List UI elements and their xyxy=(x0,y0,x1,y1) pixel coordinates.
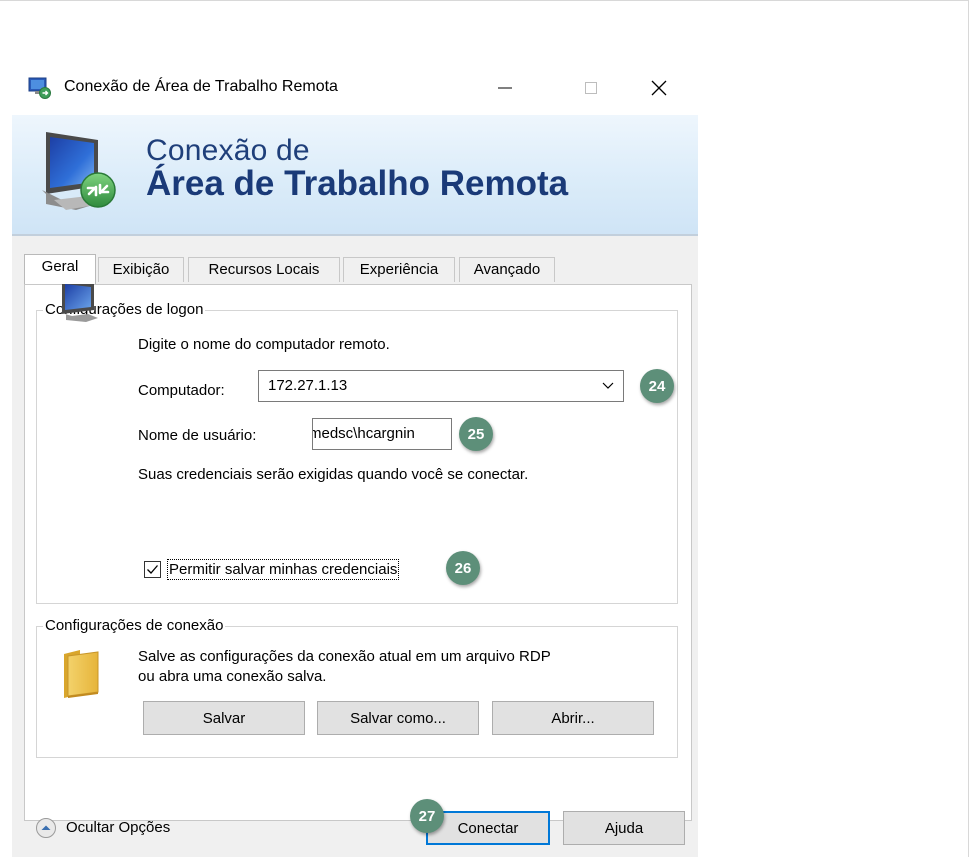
computer-label: Computador: xyxy=(138,382,225,399)
computer-value: 172.27.1.13 xyxy=(268,377,348,394)
folder-icon xyxy=(64,650,99,698)
tab-exibicao[interactable]: Exibição xyxy=(98,257,184,282)
hide-options-label[interactable]: Ocultar Opções xyxy=(66,819,170,836)
tab-experiencia[interactable]: Experiência xyxy=(343,257,455,282)
remote-desktop-icon xyxy=(28,77,51,99)
help-button[interactable]: Ajuda xyxy=(563,811,685,845)
rdp-dialog: Conexão de Área de Trabalho Remota Conex… xyxy=(12,60,698,857)
callout-badge-save-credentials: 26 xyxy=(446,551,480,585)
tab-recursos-locais[interactable]: Recursos Locais xyxy=(188,257,340,282)
connection-settings-group: Configurações de conexão xyxy=(36,617,678,758)
maximize-icon xyxy=(585,82,597,94)
username-value: medsc\hcargnin xyxy=(312,425,415,442)
banner-title-line1: Conexão de xyxy=(146,134,310,167)
save-button[interactable]: Salvar xyxy=(143,701,305,735)
close-icon xyxy=(651,80,667,96)
connect-button[interactable]: Conectar xyxy=(426,811,550,845)
username-label: Nome de usuário: xyxy=(138,427,257,444)
close-button[interactable] xyxy=(636,68,682,108)
window-title: Conexão de Área de Trabalho Remota xyxy=(64,78,338,95)
remote-desktop-monitor-icon xyxy=(42,132,116,210)
username-field[interactable]: medsc\hcargnin xyxy=(312,418,452,450)
computer-combobox[interactable]: 172.27.1.13 xyxy=(258,370,624,402)
banner-divider xyxy=(12,234,698,236)
chevron-down-icon[interactable] xyxy=(601,380,615,392)
hide-options-toggle[interactable] xyxy=(36,818,56,838)
save-as-button[interactable]: Salvar como... xyxy=(317,701,479,735)
callout-badge-username: 25 xyxy=(459,417,493,451)
callout-badge-computer: 24 xyxy=(640,369,674,403)
connection-description-line1: Salve as configurações da conexão atual … xyxy=(138,648,551,665)
connection-group-title: Configurações de conexão xyxy=(43,617,226,634)
open-button[interactable]: Abrir... xyxy=(492,701,654,735)
minimize-icon xyxy=(498,87,512,89)
banner-title-line2: Área de Trabalho Remota xyxy=(146,164,569,203)
credentials-note: Suas credenciais serão exigidas quando v… xyxy=(138,466,529,483)
chevron-up-circle-icon xyxy=(41,825,51,830)
tab-avancado[interactable]: Avançado xyxy=(459,257,555,282)
save-credentials-checkbox[interactable] xyxy=(144,561,161,578)
connection-description-line2: ou abra uma conexão salva. xyxy=(138,668,327,685)
save-credentials-label[interactable]: Permitir salvar minhas credenciais xyxy=(167,559,400,580)
checkmark-icon xyxy=(147,565,158,574)
title-bar[interactable]: Conexão de Área de Trabalho Remota xyxy=(12,60,698,115)
logon-prompt: Digite o nome do computador remoto. xyxy=(138,336,390,353)
minimize-button[interactable] xyxy=(482,68,528,108)
screenshot-border-top xyxy=(0,0,969,1)
callout-badge-connect: 27 xyxy=(410,799,444,833)
maximize-button[interactable] xyxy=(568,68,614,108)
tab-geral[interactable]: Geral xyxy=(24,254,96,284)
screenshot-border-right xyxy=(968,0,969,857)
